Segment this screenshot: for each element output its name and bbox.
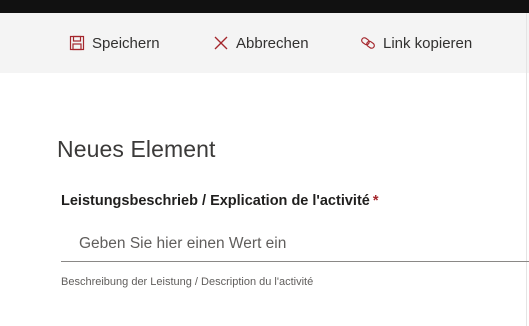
panel-divider [526,13,527,326]
link-icon [360,35,376,51]
cancel-button[interactable]: Abbrechen [213,13,309,73]
field-description: Beschreibung der Leistung / Description … [61,276,314,288]
field-label: Leistungsbeschrieb / Explication de l'ac… [61,193,379,209]
command-bar: Speichern Abbrechen Link kopieren [0,13,529,73]
cancel-label: Abbrechen [236,34,309,52]
copy-link-label: Link kopieren [383,34,473,52]
form-title: Neues Element [57,136,216,162]
activity-description-input[interactable] [61,226,529,262]
save-label: Speichern [92,34,160,52]
copy-link-button[interactable]: Link kopieren [360,13,472,73]
field-label-text: Leistungsbeschrieb / Explication de l'ac… [61,193,370,209]
window-top-border [0,0,529,13]
save-button[interactable]: Speichern [69,13,160,73]
required-marker: * [372,193,379,209]
close-icon [213,35,229,51]
save-icon [69,35,85,51]
